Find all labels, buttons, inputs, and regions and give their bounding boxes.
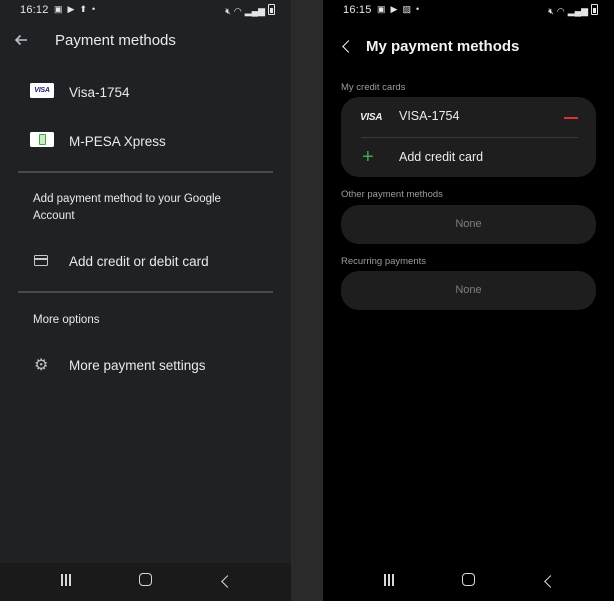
right-phone-screen: 16:15 ▣ ▶ ▨ • 🔇︎ ◠ ▂▄▆ My payment methods My … <box>323 0 614 601</box>
gallery-icon: ▨ <box>402 4 411 14</box>
home-icon[interactable] <box>133 573 157 591</box>
add-credit-card-button[interactable]: + Add credit card <box>341 137 596 177</box>
left-phone-screen: 16:12 ▣ ▶ ⬆ • 🔇︎ ◠ ▂▄▆ Payment methods VISA V… <box>0 0 291 601</box>
status-time: 16:12 <box>20 4 49 16</box>
back-chevron-icon[interactable] <box>342 40 355 53</box>
navigation-bar <box>323 563 614 601</box>
recurring-payments-value: None <box>455 284 482 296</box>
notification-icons: ▣ ▶ ⬆ • <box>54 4 100 15</box>
upload-icon: ⬆ <box>79 4 87 14</box>
recent-apps-icon[interactable] <box>54 573 78 591</box>
status-time: 16:15 <box>343 4 372 16</box>
card-label: VISA-1754 <box>399 109 460 123</box>
payment-method-label: M-PESA Xpress <box>69 134 166 149</box>
battery-icon <box>591 4 598 15</box>
mute-icon: 🔇︎ <box>548 6 554 16</box>
status-bar: 16:12 ▣ ▶ ⬆ • 🔇︎ ◠ ▂▄▆ <box>0 0 291 22</box>
recurring-payments-heading: Recurring payments <box>341 256 427 267</box>
visa-card-icon: VISA <box>30 83 54 98</box>
gear-icon: ⚙ <box>34 357 49 374</box>
dot-icon: • <box>415 4 420 14</box>
add-credit-card-button[interactable]: Add credit or debit card <box>0 246 291 278</box>
wifi-icon: ◠ <box>556 6 565 16</box>
add-card-label: Add credit or debit card <box>69 254 209 269</box>
payment-method-mpesa[interactable]: M-PESA Xpress <box>0 126 291 158</box>
nav-back-icon[interactable] <box>538 573 562 591</box>
app-bar: My payment methods <box>323 38 614 62</box>
nav-back-icon[interactable] <box>215 573 239 591</box>
mpesa-icon <box>30 132 54 147</box>
other-methods-heading: Other payment methods <box>341 189 443 200</box>
play-icon: ▶ <box>67 4 75 14</box>
visa-logo-icon: VISA <box>360 112 383 123</box>
other-methods-value: None <box>455 218 482 230</box>
more-options-heading: More options <box>33 314 100 326</box>
recent-apps-icon[interactable] <box>377 573 401 591</box>
settings-label: More payment settings <box>69 358 206 373</box>
sim-icon: ▣ <box>54 4 63 14</box>
back-arrow-icon[interactable] <box>13 32 29 48</box>
navigation-bar <box>0 563 291 601</box>
credit-cards-card: VISA VISA-1754 + Add credit card <box>341 97 596 177</box>
battery-icon <box>268 4 275 15</box>
system-icons: 🔇︎ ◠ ▂▄▆ <box>222 4 275 17</box>
add-payment-method-text: Add payment method to your Google Accoun… <box>33 193 221 222</box>
signal-icon: ▂▄▆ <box>567 6 588 16</box>
wifi-icon: ◠ <box>233 6 242 16</box>
divider <box>18 171 273 173</box>
dot-icon: • <box>91 4 96 14</box>
credit-cards-heading: My credit cards <box>341 82 406 93</box>
signal-icon: ▂▄▆ <box>244 6 265 16</box>
more-payment-settings-button[interactable]: ⚙ More payment settings <box>0 350 291 382</box>
page-title: Payment methods <box>55 32 176 49</box>
status-bar: 16:15 ▣ ▶ ▨ • 🔇︎ ◠ ▂▄▆ <box>323 0 614 22</box>
payment-method-visa[interactable]: VISA Visa-1754 <box>0 77 291 109</box>
notification-icons: ▣ ▶ ▨ • <box>377 4 424 15</box>
credit-card-visa[interactable]: VISA VISA-1754 <box>341 97 596 137</box>
payment-method-label: Visa-1754 <box>69 85 130 100</box>
play-icon: ▶ <box>390 4 398 14</box>
sim-icon: ▣ <box>377 4 386 14</box>
home-icon[interactable] <box>456 573 480 591</box>
remove-card-icon[interactable] <box>564 117 578 119</box>
divider <box>18 291 273 293</box>
recurring-payments-card: None <box>341 271 596 310</box>
card-icon <box>28 252 48 266</box>
app-bar: Payment methods <box>0 30 291 54</box>
other-methods-card: None <box>341 205 596 244</box>
mute-icon: 🔇︎ <box>225 6 231 16</box>
plus-icon: + <box>362 146 374 168</box>
page-title: My payment methods <box>366 38 520 55</box>
add-card-label: Add credit card <box>399 150 484 164</box>
system-icons: 🔇︎ ◠ ▂▄▆ <box>545 4 598 17</box>
